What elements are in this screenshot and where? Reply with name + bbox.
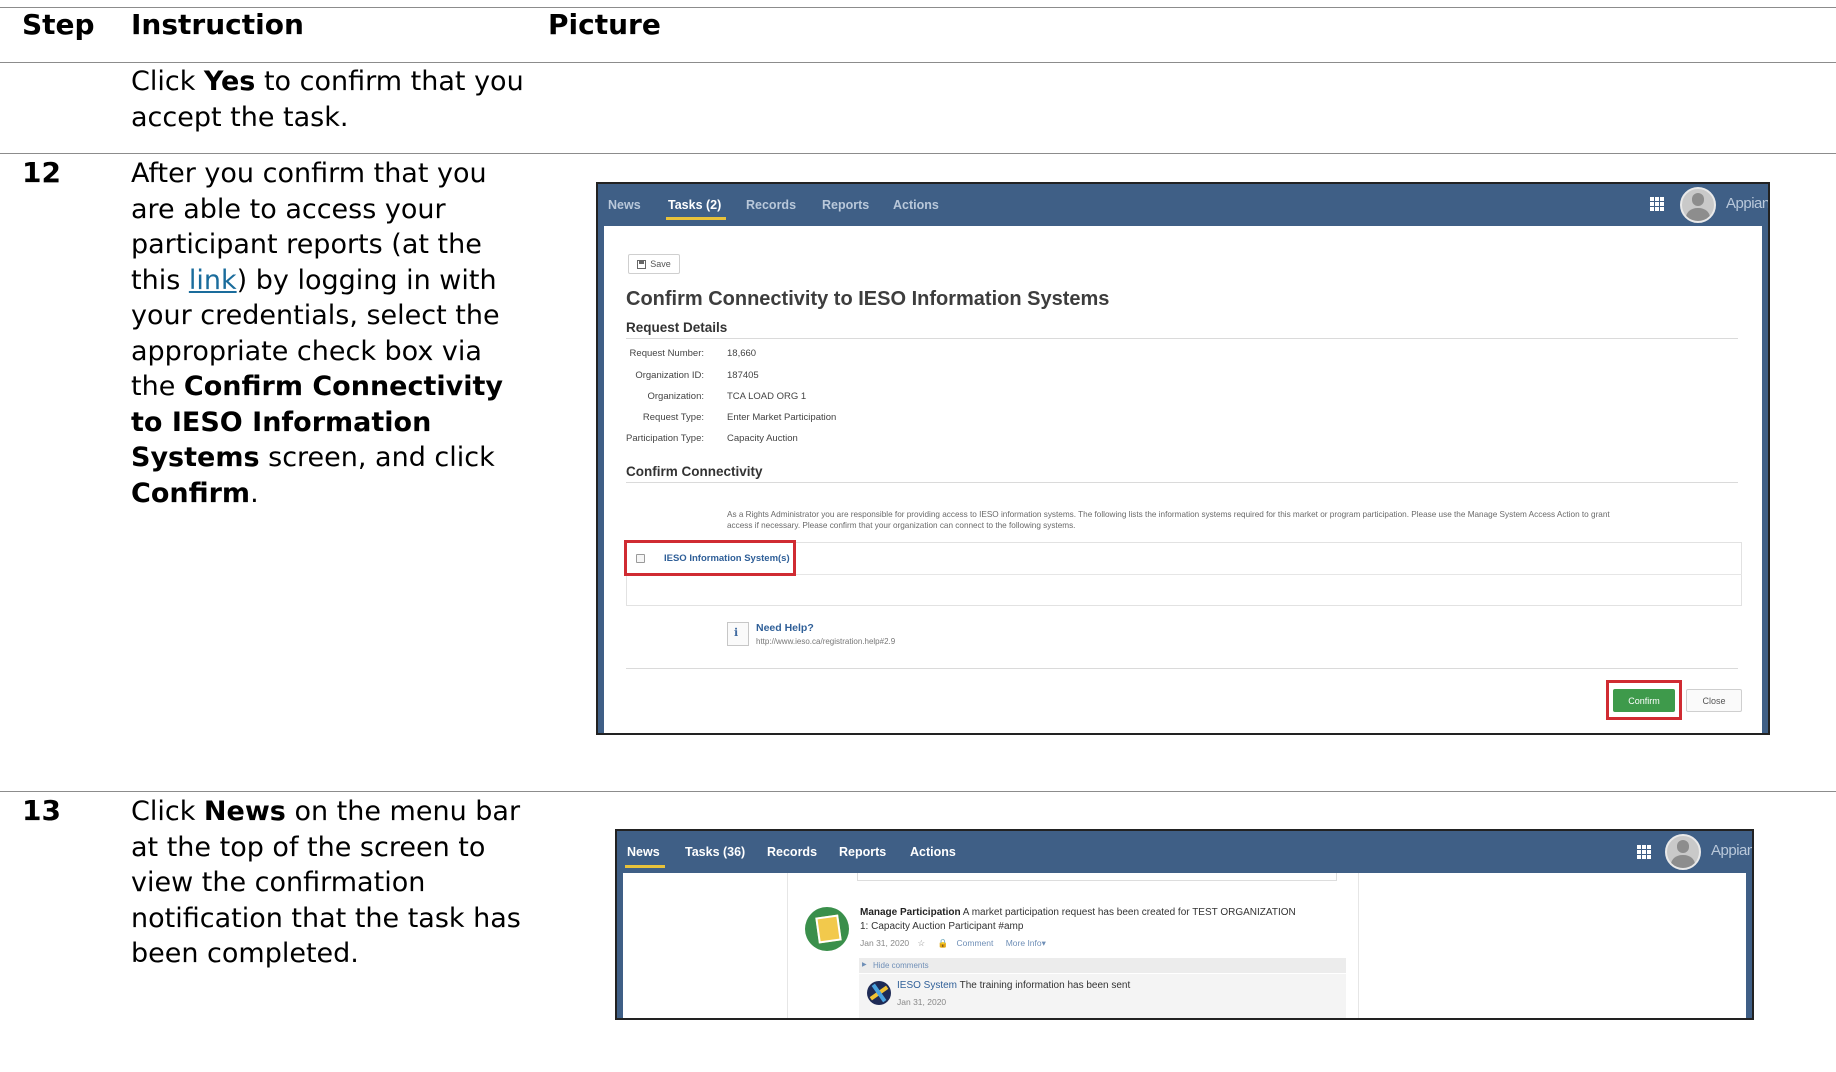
field-label-participation-type: Participation Type: [626, 433, 704, 444]
confirm-highlight [1606, 680, 1682, 720]
lock-icon: 🔒 [937, 938, 949, 948]
field-label-organization: Organization: [647, 391, 704, 402]
instruction-confirm-yes: Click Yes to confirm that you accept the… [131, 64, 531, 135]
description-line: As a Rights Administrator you are respon… [727, 510, 1610, 519]
nav-tab-reports[interactable]: Reports [839, 845, 886, 859]
field-value-organization: TCA LOAD ORG 1 [727, 391, 807, 402]
field-value-request-type: Enter Market Participation [727, 412, 837, 423]
news-feed-screenshot: News Tasks (36) Records Reports Actions … [615, 829, 1754, 1020]
apps-grid-icon[interactable] [1650, 197, 1664, 211]
nav-tab-news[interactable]: News [627, 845, 660, 859]
ieso-system-avatar [867, 981, 891, 1005]
instruction-text: screen, and click [259, 442, 495, 473]
confirm-connectivity-screenshot: News Tasks (2) Records Reports Actions A… [596, 182, 1770, 735]
field-label-organization-id: Organization ID: [635, 370, 704, 381]
save-label: Save [650, 259, 671, 269]
nav-tab-reports[interactable]: Reports [822, 198, 869, 212]
post-date: Jan 31, 2020 [860, 938, 910, 948]
app-nav-bar: News Tasks (36) Records Reports Actions … [617, 831, 1752, 873]
footer-rule [626, 668, 1738, 669]
post-text: A market participation request has been … [960, 907, 1296, 918]
help-url-text[interactable]: http://www.ieso.ca/registration.help#2.9 [756, 637, 895, 646]
comment-text: The training information has been sent [957, 980, 1131, 991]
comment-date: Jan 31, 2020 [897, 997, 947, 1007]
instruction-step-13: Click News on the menu bar at the top of… [131, 794, 531, 972]
frame-right [1746, 873, 1752, 1018]
request-details-header: Request Details [626, 320, 728, 335]
nav-tab-actions[interactable]: Actions [893, 198, 939, 212]
instruction-bold: News [203, 796, 286, 827]
checkbox-highlight [624, 540, 796, 576]
comment-author-link[interactable]: IESO System [897, 980, 957, 991]
nav-tab-actions[interactable]: Actions [910, 845, 956, 859]
header-step: Step [22, 8, 95, 41]
instruction-bold: Confirm [131, 477, 251, 509]
feed-search-box[interactable] [857, 873, 1337, 881]
header-instruction: Instruction [131, 8, 304, 41]
instruction-text: Click [131, 66, 204, 97]
save-icon [637, 259, 647, 269]
app-nav-bar: News Tasks (2) Records Reports Actions A… [598, 184, 1768, 226]
user-avatar[interactable] [1665, 834, 1701, 870]
appian-logo: Appian [1711, 842, 1754, 859]
post-text-line-1: Manage Participation A market participat… [860, 907, 1296, 918]
field-value-organization-id: 187405 [727, 370, 759, 381]
field-label-request-type: Request Type: [642, 412, 704, 423]
step-number-13: 13 [22, 794, 61, 827]
post-meta: Jan 31, 2020 ☆ 🔒 Comment More Info▾ [860, 938, 1046, 949]
save-button[interactable]: Save [628, 254, 680, 274]
header-bottom-rule [0, 62, 1836, 63]
field-value-request-number: 18,660 [727, 348, 757, 359]
nav-tab-records[interactable]: Records [746, 198, 796, 212]
instruction-step-12: After you confirm that you are able to a… [131, 156, 531, 511]
field-value-participation-type: Capacity Auction [727, 433, 798, 444]
user-avatar[interactable] [1680, 187, 1716, 223]
post-author-link[interactable]: Manage Participation [860, 907, 961, 918]
nav-tab-records[interactable]: Records [767, 845, 817, 859]
instruction-bold: Yes [203, 66, 256, 97]
nav-tab-news[interactable]: News [608, 198, 641, 212]
nav-tab-tasks[interactable]: Tasks (36) [685, 845, 745, 859]
active-tab-underline [666, 217, 726, 220]
row-rule [0, 153, 1836, 154]
description-line: access if necessary. Please confirm that… [727, 520, 1076, 530]
comment-text-line: IESO System The training information has… [897, 980, 1130, 991]
confirm-connectivity-header: Confirm Connectivity [626, 464, 763, 479]
star-icon[interactable]: ☆ [918, 938, 926, 948]
close-button[interactable]: Close [1686, 689, 1742, 712]
apps-grid-icon[interactable] [1637, 845, 1651, 859]
hide-comments-bar[interactable]: Hide comments [859, 958, 1346, 973]
form-title: Confirm Connectivity to IESO Information… [626, 288, 1110, 310]
header-picture: Picture [548, 8, 661, 41]
chevron-down-icon[interactable]: ▾ [1042, 938, 1046, 948]
comment-link[interactable]: Comment [957, 938, 994, 948]
manage-participation-avatar [805, 907, 849, 951]
section-rule [626, 338, 1738, 339]
need-help-link[interactable]: Need Help? [756, 622, 814, 634]
appian-logo: Appian [1726, 195, 1770, 212]
post-text-line-2: 1: Capacity Auction Participant #amp [860, 921, 1024, 932]
instruction-text: . [250, 477, 259, 509]
field-label-request-number: Request Number: [629, 348, 704, 359]
frame-left [598, 226, 604, 733]
frame-right [1762, 226, 1768, 733]
help-info-icon [727, 622, 749, 646]
step-number-12: 12 [22, 156, 61, 189]
row-rule [0, 791, 1836, 792]
active-tab-underline [625, 865, 665, 868]
instruction-text: Click [131, 796, 204, 827]
nav-tab-tasks[interactable]: Tasks (2) [668, 198, 721, 212]
section-rule [626, 482, 1738, 483]
more-info-link[interactable]: More Info [1006, 938, 1042, 948]
participant-reports-link[interactable]: link [189, 265, 237, 296]
rights-admin-description: As a Rights Administrator you are respon… [727, 510, 1747, 531]
frame-left [617, 873, 623, 1018]
